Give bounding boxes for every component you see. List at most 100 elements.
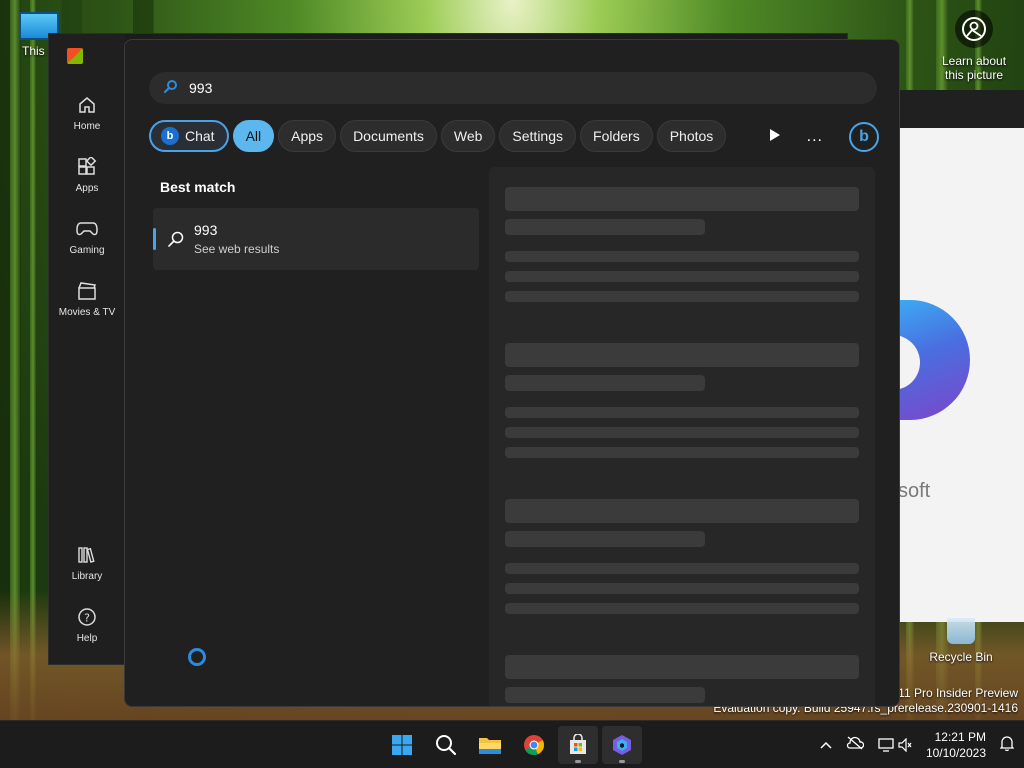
- help-icon: ?: [76, 606, 98, 628]
- taskbar-search-button[interactable]: [426, 726, 466, 764]
- bing-icon: b: [161, 127, 179, 145]
- skeleton-line: [505, 427, 859, 438]
- mute-icon: [898, 738, 912, 752]
- sidebar-item-gaming[interactable]: Gaming: [49, 218, 125, 256]
- skeleton-line: [505, 531, 705, 547]
- system-tray: 12:21 PM 10/10/2023: [820, 721, 1015, 768]
- network-icon[interactable]: [878, 738, 912, 752]
- taskbar-clock[interactable]: 12:21 PM 10/10/2023: [926, 729, 986, 761]
- filter-label: All: [245, 128, 262, 144]
- skeleton-line: [505, 583, 859, 594]
- filter-label: Folders: [593, 128, 640, 144]
- filter-all[interactable]: All: [232, 120, 275, 152]
- taskbar-apps: [382, 726, 642, 764]
- best-match-result[interactable]: 993 See web results: [153, 208, 479, 270]
- clock-date: 10/10/2023: [925, 746, 986, 760]
- running-indicator: [575, 760, 581, 763]
- notification-bell-icon[interactable]: [999, 735, 1015, 756]
- background-window-text: soft: [898, 480, 931, 502]
- file-explorer-button[interactable]: [470, 726, 510, 764]
- skeleton-line: [505, 219, 705, 235]
- filter-chat[interactable]: b Chat: [149, 120, 229, 152]
- filter-label: Web: [453, 128, 483, 144]
- sidebar-item-label: Apps: [75, 183, 99, 194]
- skeleton-line: [505, 563, 859, 574]
- more-options-button[interactable]: ...: [807, 128, 823, 146]
- clapperboard-icon: [76, 280, 98, 302]
- search-icon: [436, 735, 457, 756]
- store-button[interactable]: [558, 726, 598, 764]
- filter-web[interactable]: Web: [440, 120, 496, 152]
- filter-label: Photos: [669, 128, 714, 144]
- start-icon: [392, 735, 412, 755]
- sidebar-item-movies-tv[interactable]: Movies & TV: [49, 280, 125, 318]
- copilot-button[interactable]: [602, 726, 642, 764]
- library-icon: [76, 544, 98, 566]
- skeleton-line: [505, 687, 705, 703]
- skeleton-line: [505, 447, 859, 458]
- search-input[interactable]: [189, 80, 839, 96]
- taskbar: 12:21 PM 10/10/2023: [0, 720, 1024, 768]
- search-filter-bar: b Chat All Apps Documents Web Settings F…: [149, 120, 727, 152]
- sidebar-item-help[interactable]: ? Help: [49, 606, 125, 644]
- skeleton-line: [505, 187, 859, 211]
- search-panel: b Chat All Apps Documents Web Settings F…: [124, 39, 900, 707]
- chevron-up-icon[interactable]: [820, 736, 832, 754]
- skeleton-line: [505, 271, 859, 282]
- filter-settings[interactable]: Settings: [499, 120, 577, 152]
- filter-photos[interactable]: Photos: [656, 120, 727, 152]
- filter-controls: ... b: [769, 122, 879, 152]
- filter-label: Apps: [291, 128, 324, 144]
- store-logo-icon: [67, 48, 83, 64]
- desktop-icon-label: this picture: [944, 68, 1004, 82]
- camera-icon: [955, 10, 993, 48]
- skeleton-line: [505, 407, 859, 418]
- skeleton-line: [505, 375, 705, 391]
- skeleton-line: [505, 655, 859, 679]
- desktop-icon-learn-about-picture[interactable]: Learn about this picture: [934, 10, 1014, 82]
- filter-label: Settings: [512, 128, 564, 144]
- skeleton-line: [505, 343, 859, 367]
- search-icon: [163, 78, 179, 99]
- skeleton-line: [505, 603, 859, 614]
- skeleton-line: [505, 251, 859, 262]
- bing-chat-icon[interactable]: b: [849, 122, 879, 152]
- search-box[interactable]: [149, 72, 877, 104]
- store-icon: [570, 734, 586, 754]
- filter-label: Documents: [353, 128, 424, 144]
- play-icon[interactable]: [769, 128, 781, 147]
- chrome-icon: [524, 735, 545, 756]
- search-icon: [167, 230, 185, 253]
- recycle-bin-icon: [947, 618, 975, 644]
- onedrive-offline-icon[interactable]: [846, 736, 865, 755]
- sidebar-item-home[interactable]: Home: [49, 94, 125, 132]
- apps-icon: [76, 156, 98, 178]
- desktop-icon-label: Learn about: [941, 54, 1007, 68]
- desktop-icon-recycle-bin[interactable]: Recycle Bin: [916, 618, 1006, 664]
- chrome-button[interactable]: [514, 726, 554, 764]
- filter-folders[interactable]: Folders: [580, 120, 653, 152]
- skeleton-line: [505, 499, 859, 523]
- store-sidebar: Home Apps Gaming Movies & TV Library ? H…: [49, 34, 125, 664]
- sidebar-item-library[interactable]: Library: [49, 544, 125, 582]
- copilot-icon: [613, 735, 631, 755]
- sidebar-item-label: Gaming: [69, 245, 105, 256]
- clock-time: 12:21 PM: [934, 730, 986, 744]
- filter-documents[interactable]: Documents: [340, 120, 437, 152]
- selection-indicator: [153, 228, 156, 250]
- cortana-icon: [188, 648, 206, 666]
- sidebar-item-label: Movies & TV: [58, 307, 116, 318]
- preview-pane-loading: [489, 167, 875, 706]
- filter-apps[interactable]: Apps: [278, 120, 337, 152]
- result-title: 993: [194, 222, 218, 238]
- home-icon: [76, 94, 98, 116]
- svg-text:?: ?: [84, 612, 90, 625]
- gamepad-icon: [76, 218, 98, 240]
- running-indicator: [619, 760, 625, 763]
- sidebar-item-apps[interactable]: Apps: [49, 156, 125, 194]
- sidebar-item-label: Home: [73, 121, 101, 132]
- sidebar-item-label: Library: [71, 571, 103, 582]
- sidebar-item-label: Help: [76, 633, 98, 644]
- start-button[interactable]: [382, 726, 422, 764]
- result-subtitle: See web results: [194, 242, 280, 256]
